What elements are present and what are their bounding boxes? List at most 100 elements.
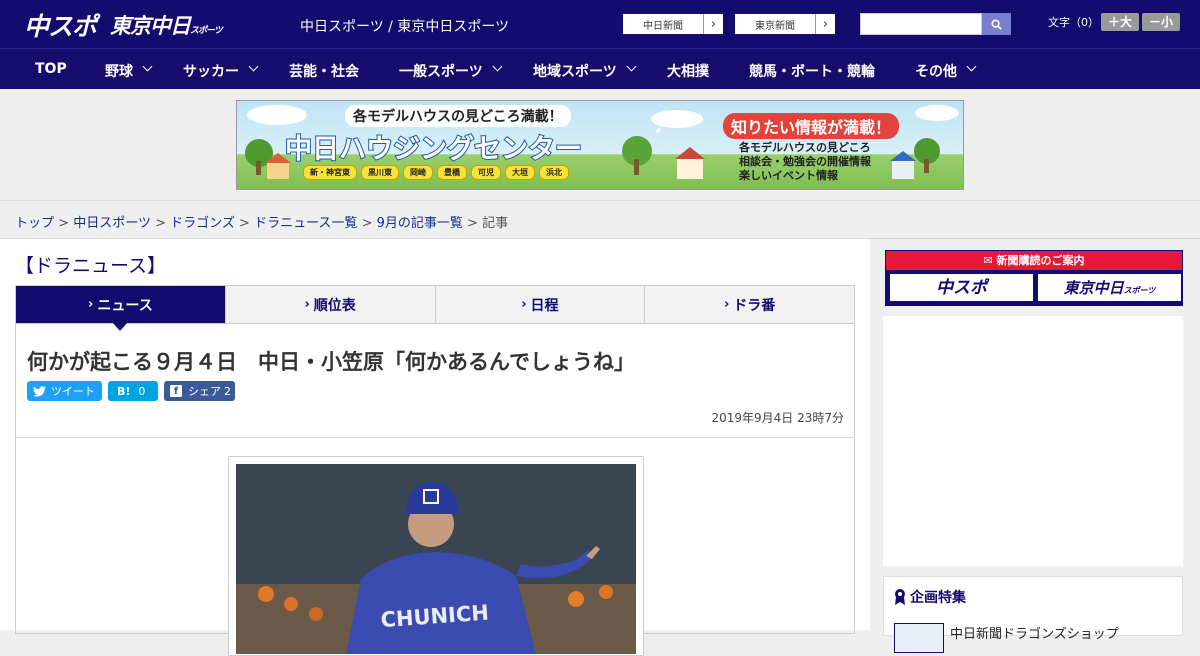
tweet-button[interactable]: ツイート (27, 381, 102, 401)
banner-city: 大垣 (505, 165, 535, 180)
top-header: 中スポ 東京中日スポーツ 中日スポーツ / 東京中日スポーツ 中日新聞 › 東京… (0, 0, 1200, 48)
breadcrumb-separator: > (467, 216, 478, 231)
site-title: 中日スポーツ / 東京中日スポーツ (300, 19, 510, 35)
banner-city: 豊橋 (437, 165, 467, 180)
article-photo-frame: CHUNICH (228, 456, 644, 656)
nav-item-baseball[interactable]: 野球 (105, 61, 133, 81)
banner-city: 黒川東 (361, 165, 399, 180)
feature-title-label: 企画特集 (910, 590, 966, 606)
subscribe-tokyo-chunichi-button[interactable]: 東京中日スポーツ (1037, 273, 1182, 302)
subscription-header: ✉ 新聞購読のご案内 (886, 251, 1182, 270)
section-title: 【ドラニュース】 (15, 255, 167, 277)
facebook-share-button[interactable]: f シェア 2 (164, 381, 235, 401)
feature-box: 企画特集 中日新聞ドラゴンズショップ (883, 576, 1183, 653)
ribbon-icon (895, 589, 905, 605)
nav-item-entertainment[interactable]: 芸能・社会 (289, 61, 359, 81)
feature-title: 企画特集 (894, 587, 966, 607)
subscription-box[interactable]: ✉ 新聞購読のご案内 中スポ 東京中日スポーツ (885, 250, 1183, 306)
tab-dora-ban[interactable]: › ドラ番 (645, 286, 854, 323)
pitcher-photo: CHUNICH (236, 464, 636, 654)
search-icon (991, 18, 1002, 30)
sidebar: ✉ 新聞購読のご案内 中スポ 東京中日スポーツ 企画特集 中日新聞ドラゴンズショ… (870, 239, 1200, 653)
article-photo[interactable]: CHUNICH (236, 464, 636, 654)
font-smaller-button[interactable]: －小 (1142, 13, 1180, 31)
article: 何かが起こる９月４日 中日・小笠原「何かあるんでしょうね」 ツイート B! 0 … (15, 324, 855, 656)
facebook-icon: f (170, 385, 182, 397)
tab-news-label: ニュース (97, 297, 153, 314)
chuspo-logo[interactable]: 中スポ (24, 7, 97, 43)
nav-item-other[interactable]: その他 (915, 61, 957, 81)
tokyo-chunichi-logo[interactable]: 東京中日スポーツ (110, 10, 223, 40)
nav-item-local-sports[interactable]: 地域スポーツ (533, 61, 617, 81)
chevron-right-icon: › (815, 14, 835, 34)
tokyo-logo-text: 東京中日 (110, 14, 191, 38)
tab-schedule[interactable]: › 日程 (436, 286, 646, 323)
banner-right-headline: 知りたい情報が満載！ (723, 113, 900, 139)
share-label: シェア (188, 385, 221, 398)
article-date: 2019年9月4日 23時7分 (711, 411, 844, 425)
chevron-down-icon (492, 61, 503, 72)
subscribe-chuspo-button[interactable]: 中スポ (889, 273, 1034, 302)
banner-city-list: 新・神宮東 黒川東 岡崎 豊橋 可児 大垣 浜北 (303, 165, 569, 180)
feature-item[interactable]: 中日新聞ドラゴンズショップ (950, 623, 1119, 642)
feature-thumbnail[interactable] (894, 623, 944, 653)
banner-title: 中日ハウジングセンター (284, 133, 583, 166)
hatena-bookmark-button[interactable]: B! 0 (108, 381, 158, 401)
article-headline: 何かが起こる９月４日 中日・小笠原「何かあるんでしょうね」 (27, 350, 635, 374)
chevron-right-icon: › (723, 297, 730, 312)
chevron-down-icon (248, 61, 259, 72)
breadcrumb-current: 記事 (482, 216, 509, 231)
banner-city: 可児 (471, 165, 501, 180)
chunichi-shimbun-label: 中日新聞 (643, 20, 683, 32)
advertisement[interactable] (883, 316, 1183, 566)
chevron-down-icon (626, 61, 637, 72)
search-box (860, 13, 1011, 35)
share-count: 2 (224, 384, 231, 398)
font-size-label: 文字（0） (1048, 16, 1099, 29)
nav-item-soccer[interactable]: サッカー (183, 61, 239, 81)
banner-area: 各モデルハウスの見どころ満載！ 中日ハウジングセンター 新・神宮東 黒川東 岡崎… (0, 89, 1200, 201)
breadcrumb-link-chunichi-sports[interactable]: 中日スポーツ (73, 216, 151, 231)
breadcrumb-separator: > (239, 216, 250, 231)
main-nav: TOP 野球 サッカー 芸能・社会 一般スポーツ 地域スポーツ 大相撲 競馬・ボ… (0, 48, 1200, 89)
chevron-right-icon: › (703, 14, 723, 34)
subscription-header-label: 新聞購読のご案内 (996, 254, 1085, 267)
breadcrumb-link-top[interactable]: トップ (15, 216, 54, 231)
banner-city: 岡崎 (403, 165, 433, 180)
chevron-down-icon (142, 61, 153, 72)
chevron-right-icon: › (88, 297, 94, 312)
tab-dora-ban-label: ドラ番 (733, 297, 776, 314)
banner-subtitle: 各モデルハウスの見どころ満載！ (345, 105, 571, 127)
tokyo-shimbun-label: 東京新聞 (755, 20, 795, 32)
chevron-right-icon: › (304, 297, 310, 312)
chevron-down-icon (966, 61, 977, 72)
banner-city: 浜北 (539, 165, 569, 180)
breadcrumb-link-dora-news[interactable]: ドラニュース一覧 (254, 216, 357, 231)
breadcrumb: トップ > 中日スポーツ > ドラゴンズ > ドラニュース一覧 > 9月の記事一… (15, 212, 508, 231)
tab-schedule-label: 日程 (530, 297, 559, 314)
housing-center-ad[interactable]: 各モデルハウスの見どころ満載！ 中日ハウジングセンター 新・神宮東 黒川東 岡崎… (236, 100, 964, 190)
nav-item-general-sports[interactable]: 一般スポーツ (399, 61, 483, 81)
search-input[interactable] (860, 13, 982, 35)
breadcrumb-link-september[interactable]: 9月の記事一覧 (377, 216, 463, 231)
tab-news[interactable]: › ニュース (16, 286, 226, 331)
breadcrumb-separator: > (58, 216, 70, 231)
nav-item-racing[interactable]: 競馬・ボート・競輪 (749, 61, 875, 81)
hatena-count: 0 (138, 384, 146, 398)
tab-standings[interactable]: › 順位表 (226, 286, 436, 323)
tweet-label: ツイート (51, 385, 95, 398)
tokyo-logo-small: スポーツ (190, 26, 223, 36)
subscribe-tokyo-chunichi-label: 東京中日 (1063, 279, 1124, 297)
breadcrumb-link-dragons[interactable]: ドラゴンズ (170, 216, 235, 231)
nav-item-top[interactable]: TOP (35, 61, 67, 77)
search-button[interactable] (982, 13, 1011, 35)
tokyo-shimbun-link[interactable]: 東京新聞 › (734, 13, 836, 35)
breadcrumb-bar: トップ > 中日スポーツ > ドラゴンズ > ドラニュース一覧 > 9月の記事一… (0, 201, 1200, 239)
nav-item-sumo[interactable]: 大相撲 (667, 61, 709, 81)
main-content: 【ドラニュース】 › ニュース › 順位表 › 日程 › ドラ番 何かが起こる９月４日 … (0, 239, 870, 656)
chevron-right-icon: › (521, 297, 527, 312)
font-larger-button[interactable]: ＋大 (1101, 13, 1139, 31)
tab-standings-label: 順位表 (313, 297, 356, 314)
divider (16, 437, 854, 438)
chunichi-shimbun-link[interactable]: 中日新聞 › (622, 13, 724, 35)
